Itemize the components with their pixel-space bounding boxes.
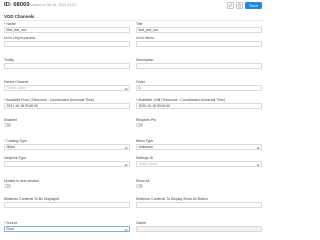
enabled-label: Enabled xyxy=(4,118,17,122)
menu-type-select[interactable]: Unknown xyxy=(136,144,262,150)
owner-label: Owner xyxy=(136,221,147,225)
owner-input[interactable] xyxy=(136,226,262,232)
deeplink-type-label: Deeplink Type xyxy=(4,156,27,160)
catalog-type-label: * Catalog Type xyxy=(4,139,27,143)
available-from-label: * Available From (Timezone : Coordinated… xyxy=(4,98,95,102)
parent-channel-field: Parent Channel Select option xyxy=(4,80,130,91)
min-contents-show-all-field: Minimum Contents To Display Show All But… xyxy=(136,197,262,208)
tooltip-label: Tooltip xyxy=(4,58,15,62)
show-all-label: Show All xyxy=(136,179,150,183)
url-menu-input[interactable] xyxy=(136,41,262,47)
tooltip-field: Tooltip xyxy=(4,58,130,69)
min-contents-field: Minimum Contents To Be Displayed xyxy=(4,197,130,208)
header-actions: Save xyxy=(227,2,262,9)
title-field: Title test_vod_vcc xyxy=(136,22,262,33)
divider xyxy=(0,20,265,21)
show-all-toggle[interactable] xyxy=(136,184,143,188)
url-params-label: Url in Url(url params xyxy=(4,36,36,40)
parent-channel-label: Parent Channel xyxy=(4,80,29,84)
settings-id-field: Settings ID Select option xyxy=(136,156,262,167)
available-until-input[interactable]: 2025-10-18 00:00:00 xyxy=(136,103,262,109)
description-label: Description xyxy=(136,58,154,62)
source-label: * Source xyxy=(4,221,18,225)
settings-id-label: Settings ID xyxy=(136,156,154,160)
deeplink-type-field: Deeplink Type xyxy=(4,156,130,167)
update-new-window-label: Update in new window xyxy=(4,179,40,183)
source-field: * Source Root xyxy=(4,221,130,232)
deeplink-type-select[interactable] xyxy=(4,161,130,167)
title-input[interactable]: test_vod_vcc xyxy=(136,27,262,33)
description-input[interactable] xyxy=(136,63,262,69)
min-contents-input[interactable] xyxy=(4,202,130,208)
requires-pin-label: Requires Pin xyxy=(136,118,157,122)
page-header: ID: 68069 Created at Oct 16, 2023 11:01 … xyxy=(0,0,265,13)
menu-type-label: Menu Type xyxy=(136,139,154,143)
save-button[interactable]: Save xyxy=(245,2,262,9)
order-input[interactable]: 0 xyxy=(136,85,262,91)
catalog-type-field: * Catalog Type Menu xyxy=(4,139,130,150)
owner-field: Owner xyxy=(136,221,262,232)
available-until-label: * Available Until (Timezone : Coordinate… xyxy=(136,98,225,102)
min-contents-show-all-input[interactable] xyxy=(136,202,262,208)
enabled-field: Enabled xyxy=(4,118,130,127)
parent-channel-select[interactable]: Select option xyxy=(4,85,130,91)
enabled-toggle[interactable] xyxy=(4,123,11,127)
url-params-field: Url in Url(url params xyxy=(4,36,130,47)
edit-icon[interactable] xyxy=(227,2,235,9)
available-from-field: * Available From (Timezone : Coordinated… xyxy=(4,98,130,109)
update-new-window-toggle[interactable] xyxy=(4,184,11,188)
url-menu-label: Url in Menu xyxy=(136,36,154,40)
record-id: ID: 68069 xyxy=(4,2,30,8)
update-new-window-field: Update in new window xyxy=(4,179,130,188)
requires-pin-toggle[interactable] xyxy=(136,123,143,127)
tooltip-input[interactable] xyxy=(4,63,130,69)
settings-id-select[interactable]: Select option xyxy=(136,161,262,167)
available-from-input[interactable]: 2021-10-18 00:00:00 xyxy=(4,103,130,109)
name-field: * Name test_vod_vcc xyxy=(4,22,130,33)
url-menu-field: Url in Menu xyxy=(136,36,262,47)
title-label: Title xyxy=(136,22,143,26)
min-contents-show-all-label: Minimum Contents To Display Show All But… xyxy=(136,197,208,201)
description-field: Description xyxy=(136,58,262,69)
min-contents-label: Minimum Contents To Be Displayed xyxy=(4,197,60,201)
available-until-field: * Available Until (Timezone : Coordinate… xyxy=(136,98,262,109)
order-field: Order 0 xyxy=(136,80,262,91)
delete-icon[interactable] xyxy=(236,2,244,9)
requires-pin-field: Requires Pin xyxy=(136,118,262,127)
section-title: VOD Channels xyxy=(4,14,35,19)
created-at: Created at Oct 16, 2023 11:01 xyxy=(28,3,77,7)
name-input[interactable]: test_vod_vcc xyxy=(4,27,130,33)
menu-type-field: Menu Type Unknown xyxy=(136,139,262,150)
show-all-field: Show All xyxy=(136,179,262,188)
order-label: Order xyxy=(136,80,145,84)
url-params-input[interactable] xyxy=(4,41,130,47)
name-label: * Name xyxy=(4,22,16,26)
source-select[interactable]: Root xyxy=(4,226,130,232)
catalog-type-select[interactable]: Menu xyxy=(4,144,130,150)
